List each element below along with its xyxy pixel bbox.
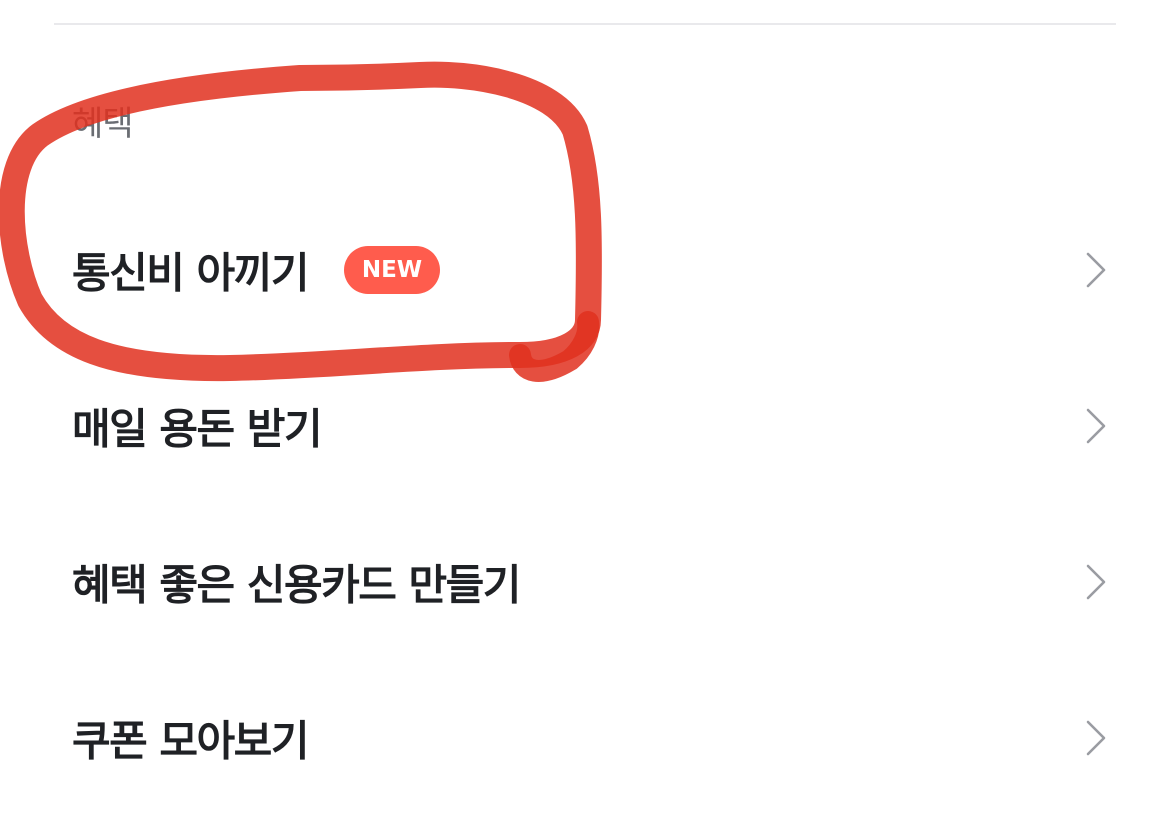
menu-item-save-phone-bill[interactable]: 통신비 아끼기 NEW (54, 215, 1116, 325)
menu-item-daily-allowance[interactable]: 매일 용돈 받기 (54, 371, 1116, 481)
menu-item-credit-card[interactable]: 혜택 좋은 신용카드 만들기 (54, 527, 1116, 637)
chevron-right-icon (1086, 408, 1106, 444)
chevron-right-icon (1086, 252, 1106, 288)
menu-item-coupons[interactable]: 쿠폰 모아보기 (54, 683, 1116, 793)
menu-item-label: 매일 용돈 받기 (72, 404, 323, 454)
new-badge: NEW (344, 246, 440, 294)
chevron-right-icon (1086, 720, 1106, 756)
menu-item-label: 쿠폰 모아보기 (72, 716, 309, 766)
benefits-menu-list: 통신비 아끼기 NEW 매일 용돈 받기 혜택 좋은 신용카드 만들기 쿠폰 모… (0, 0, 1170, 819)
chevron-right-icon (1086, 564, 1106, 600)
menu-item-label: 통신비 아끼기 (72, 248, 309, 298)
menu-item-label: 혜택 좋은 신용카드 만들기 (72, 560, 521, 610)
